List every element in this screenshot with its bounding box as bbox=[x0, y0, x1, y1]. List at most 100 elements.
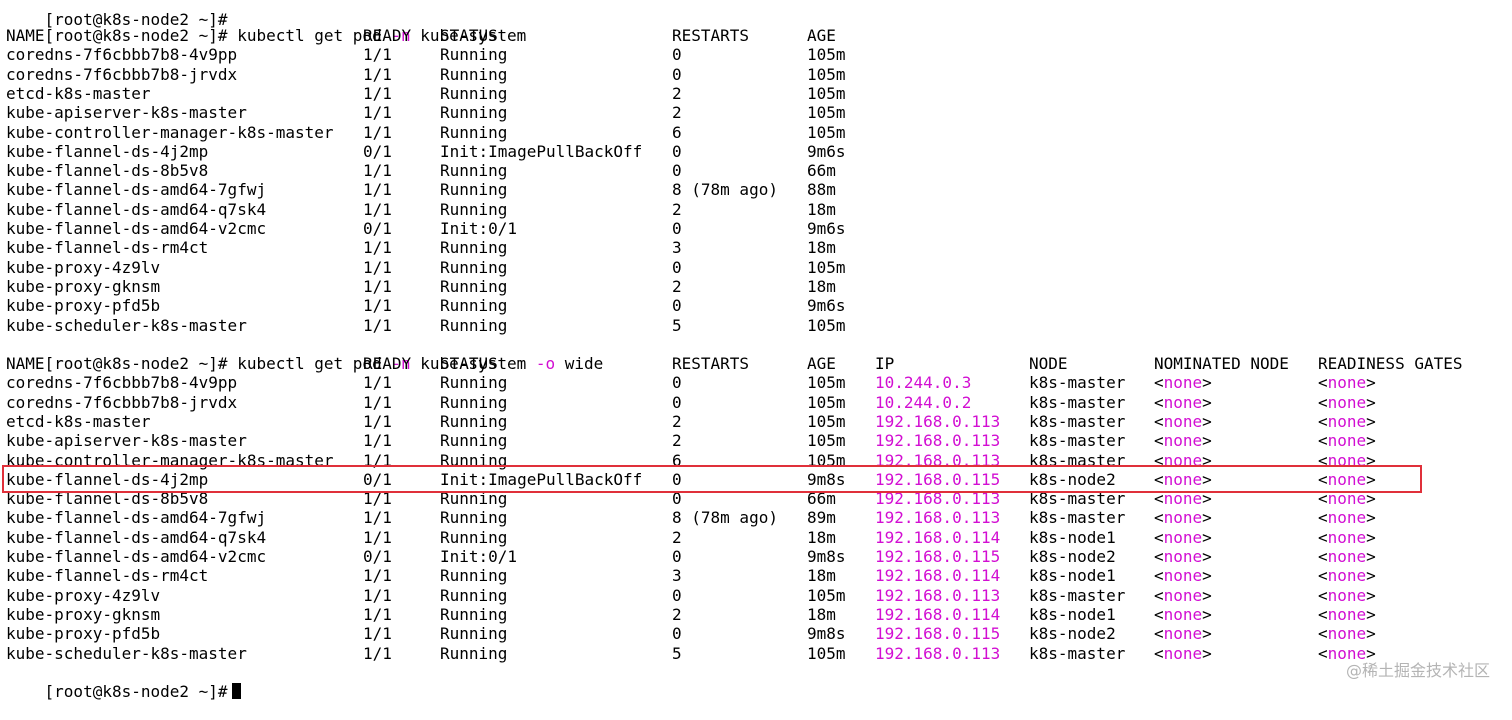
name-cell: coredns-7f6cbbb7b8-jrvdx bbox=[6, 392, 238, 412]
column-header: IP bbox=[875, 354, 895, 373]
table-row: coredns-7f6cbbb7b8-jrvdx 1/1 Running 0 105m 1… bbox=[6, 393, 1506, 412]
node-cell: k8s-master bbox=[1029, 585, 1126, 605]
readiness-gates-cell: <none> bbox=[1318, 604, 1376, 624]
nominated-node-cell: <none> bbox=[1154, 392, 1212, 412]
age-cell: 105m bbox=[807, 643, 846, 663]
restarts-cell: 0 bbox=[672, 257, 682, 277]
text-cursor bbox=[231, 683, 241, 699]
ip-cell: 192.168.0.114 bbox=[875, 527, 1001, 547]
none-value: none bbox=[1163, 604, 1203, 624]
status-cell: Running bbox=[440, 161, 508, 181]
none-value: none bbox=[1163, 643, 1203, 663]
ip-cell: 192.168.0.114 bbox=[875, 604, 1001, 624]
age-cell: 105m bbox=[807, 585, 846, 605]
status-cell: Running bbox=[440, 373, 508, 393]
restarts-cell: 8 (78m ago) bbox=[672, 180, 778, 200]
ready-cell: 1/1 bbox=[363, 296, 392, 316]
status-cell: Init:0/1 bbox=[440, 219, 518, 238]
nominated-node-cell: <none> bbox=[1154, 431, 1212, 451]
ready-cell: 1/1 bbox=[363, 508, 392, 528]
table-header: NAME READY STATUS RESTARTS AGE bbox=[6, 26, 1506, 45]
age-cell: 89m bbox=[807, 508, 836, 528]
ip-cell: 192.168.0.113 bbox=[875, 585, 1001, 605]
status-cell: Running bbox=[440, 315, 508, 335]
table-row: kube-flannel-ds-amd64-7gfwj 1/1 Running 8 (… bbox=[6, 508, 1506, 527]
age-cell: 105m bbox=[807, 315, 846, 335]
restarts-cell: 2 bbox=[672, 411, 682, 431]
restarts-cell: 6 bbox=[672, 122, 682, 142]
column-header: RESTARTS bbox=[672, 354, 750, 373]
ip-cell: 192.168.0.114 bbox=[875, 566, 1001, 586]
table-row: kube-scheduler-k8s-master 1/1 Running 5 105m… bbox=[6, 644, 1506, 663]
restarts-cell: 2 bbox=[672, 604, 682, 624]
final-prompt-line[interactable]: [root@k8s-node2 ~]# bbox=[6, 663, 241, 701]
none-value: none bbox=[1327, 411, 1367, 431]
node-cell: k8s-node2 bbox=[1029, 624, 1116, 644]
node-cell: k8s-master bbox=[1029, 431, 1126, 451]
name-cell: kube-scheduler-k8s-master bbox=[6, 643, 247, 663]
column-header: NAME bbox=[6, 354, 45, 373]
table-row: kube-flannel-ds-amd64-q7sk4 1/1 Running 2 18… bbox=[6, 528, 1506, 547]
column-header: READY bbox=[363, 26, 412, 45]
terminal-window[interactable]: [root@k8s-node2 ~]# [root@k8s-node2 ~]# … bbox=[0, 0, 1512, 701]
age-cell: 18m bbox=[807, 238, 836, 258]
prompt-text: [root@k8s-node2 ~]# bbox=[44, 682, 228, 701]
ip-cell: 192.168.0.113 bbox=[875, 431, 1001, 451]
status-cell: Init:0/1 bbox=[440, 547, 518, 566]
table-row: kube-proxy-pfd5b 1/1 Running 0 9m8s 192.168.0… bbox=[6, 624, 1506, 643]
age-cell: 9m6s bbox=[807, 141, 846, 161]
status-cell: Running bbox=[440, 392, 508, 412]
table-row: kube-proxy-gknsm 1/1 Running 2 18m 192.168.0.… bbox=[6, 605, 1506, 624]
nominated-node-cell: <none> bbox=[1154, 547, 1212, 566]
name-cell: etcd-k8s-master bbox=[6, 83, 151, 103]
ip-cell: 10.244.0.3 bbox=[875, 373, 972, 393]
age-cell: 105m bbox=[807, 431, 846, 451]
readiness-gates-cell: <none> bbox=[1318, 392, 1376, 412]
age-cell: 105m bbox=[807, 411, 846, 431]
table-row: etcd-k8s-master 1/1 Running 2 105m 192.168.0.… bbox=[6, 412, 1506, 431]
nominated-node-cell: <none> bbox=[1154, 624, 1212, 644]
status-cell: Running bbox=[440, 199, 508, 219]
ready-cell: 1/1 bbox=[363, 315, 392, 335]
node-cell: k8s-node1 bbox=[1029, 566, 1116, 586]
restarts-cell: 2 bbox=[672, 103, 682, 123]
none-value: none bbox=[1163, 373, 1203, 393]
column-header: RESTARTS bbox=[672, 26, 750, 45]
status-cell: Init:ImagePullBackOff bbox=[440, 141, 643, 161]
ready-cell: 1/1 bbox=[363, 257, 392, 277]
age-cell: 105m bbox=[807, 64, 846, 84]
status-cell: Running bbox=[440, 604, 508, 624]
table-row: kube-proxy-pfd5b 1/1 Running 0 9m6s bbox=[6, 296, 1506, 315]
name-cell: coredns-7f6cbbb7b8-4v9pp bbox=[6, 45, 238, 65]
name-cell: kube-proxy-pfd5b bbox=[6, 624, 161, 644]
readiness-gates-cell: <none> bbox=[1318, 547, 1376, 566]
command-line-2: [root@k8s-node2 ~]# kubectl get pod -n k… bbox=[6, 335, 604, 373]
watermark: @稀土掘金技术社区 bbox=[1345, 661, 1490, 680]
ready-cell: 1/1 bbox=[363, 199, 392, 219]
table-row: kube-flannel-ds-amd64-q7sk4 1/1 Running 2 18… bbox=[6, 200, 1506, 219]
nominated-node-cell: <none> bbox=[1154, 585, 1212, 605]
status-cell: Running bbox=[440, 585, 508, 605]
ready-cell: 0/1 bbox=[363, 547, 392, 566]
ready-cell: 1/1 bbox=[363, 566, 392, 586]
ready-cell: 1/1 bbox=[363, 276, 392, 296]
age-cell: 88m bbox=[807, 180, 836, 200]
highlight-box bbox=[2, 465, 1422, 493]
ready-cell: 1/1 bbox=[363, 624, 392, 644]
node-cell: k8s-master bbox=[1029, 508, 1126, 528]
status-cell: Running bbox=[440, 103, 508, 123]
none-value: none bbox=[1163, 547, 1203, 566]
ready-cell: 1/1 bbox=[363, 45, 392, 65]
ready-cell: 1/1 bbox=[363, 431, 392, 451]
status-cell: Running bbox=[440, 238, 508, 258]
node-cell: k8s-master bbox=[1029, 373, 1126, 393]
restarts-cell: 8 (78m ago) bbox=[672, 508, 778, 528]
name-cell: kube-flannel-ds-amd64-q7sk4 bbox=[6, 527, 267, 547]
table-row: kube-scheduler-k8s-master 1/1 Running 5 105m bbox=[6, 316, 1506, 335]
ready-cell: 1/1 bbox=[363, 180, 392, 200]
name-cell: coredns-7f6cbbb7b8-4v9pp bbox=[6, 373, 238, 393]
age-cell: 18m bbox=[807, 604, 836, 624]
none-value: none bbox=[1163, 624, 1203, 644]
restarts-cell: 2 bbox=[672, 276, 682, 296]
name-cell: kube-proxy-pfd5b bbox=[6, 296, 161, 316]
